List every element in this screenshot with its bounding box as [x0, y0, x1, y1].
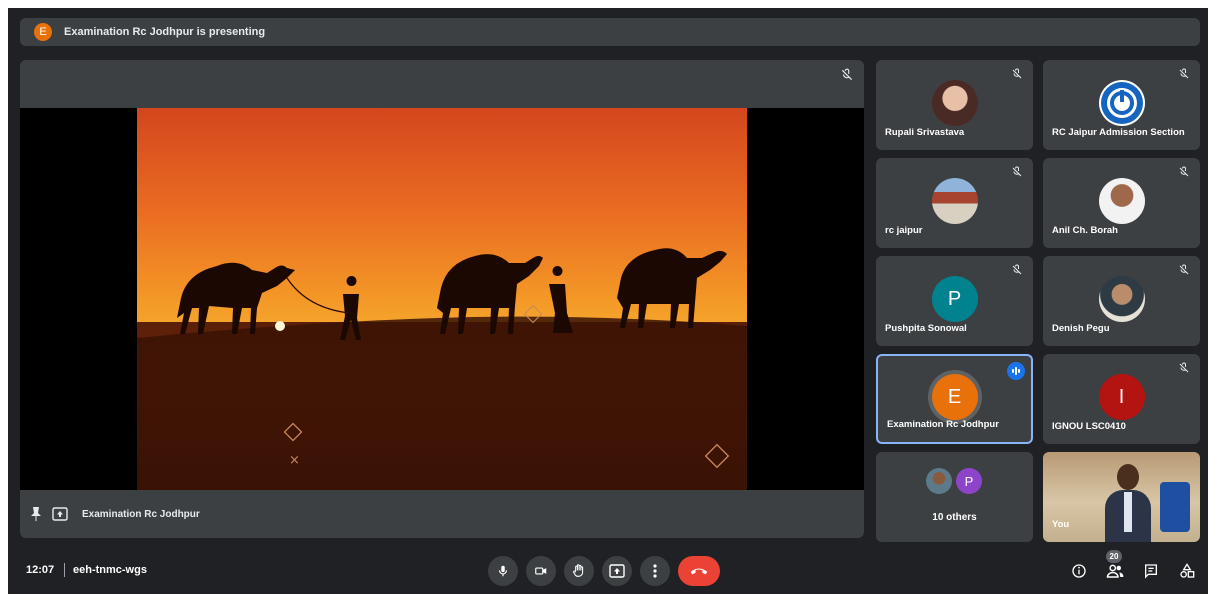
people-count-badge: 20	[1106, 550, 1122, 563]
self-video-tile[interactable]: You	[1043, 452, 1200, 542]
participant-name: Rupali Srivastava	[885, 127, 965, 138]
camera-button[interactable]	[526, 556, 556, 586]
mic-off-icon	[1012, 68, 1022, 79]
participant-tile[interactable]: P Pushpita Sonowal	[876, 256, 1033, 346]
present-icon	[609, 564, 625, 578]
pin-icon[interactable]	[30, 507, 42, 521]
participant-tile[interactable]: RC Jaipur Admission Section	[1043, 60, 1200, 150]
presenter-name: Examination Rc Jodhpur	[82, 508, 200, 520]
hang-up-icon	[690, 568, 708, 575]
activities-icon	[1180, 563, 1195, 578]
participant-name: RC Jaipur Admission Section	[1052, 127, 1185, 138]
mic-off-icon	[841, 68, 853, 81]
meeting-details-button[interactable]	[1068, 560, 1090, 582]
participant-tile-active-speaker[interactable]: E Examination Rc Jodhpur	[876, 354, 1033, 444]
participant-name: Anil Ch. Borah	[1052, 225, 1118, 236]
mic-off-icon	[1012, 264, 1022, 275]
presenter-avatar: E	[34, 23, 52, 41]
avatar	[931, 80, 978, 126]
clock: 12:07	[26, 564, 55, 576]
leave-call-button[interactable]	[678, 556, 720, 586]
letter-avatar: E	[931, 374, 978, 420]
self-label: You	[1052, 519, 1070, 530]
others-avatar-photo	[926, 468, 952, 494]
present-now-button[interactable]	[602, 556, 632, 586]
presenting-text: Examination Rc Jodhpur is presenting	[64, 26, 266, 38]
logo-avatar	[1098, 80, 1145, 126]
camera-icon	[535, 567, 547, 575]
meeting-tools: 20	[1068, 550, 1198, 582]
activities-button[interactable]	[1176, 560, 1198, 582]
participant-tile[interactable]: rc jaipur	[876, 158, 1033, 248]
participant-tile[interactable]: Rupali Srivastava	[876, 60, 1033, 150]
mic-off-icon	[1179, 264, 1189, 275]
participant-name: Examination Rc Jodhpur	[887, 419, 999, 430]
participant-tile[interactable]: Anil Ch. Borah	[1043, 158, 1200, 248]
call-controls	[488, 556, 720, 586]
more-vert-icon	[653, 564, 657, 578]
present-screen-icon	[52, 507, 68, 521]
participant-tile[interactable]: Denish Pegu	[1043, 256, 1200, 346]
hand-icon	[573, 564, 584, 577]
mic-off-icon	[1179, 68, 1189, 79]
raise-hand-button[interactable]	[564, 556, 594, 586]
mic-icon	[498, 565, 508, 577]
meeting-code: eeh-tnmc-wgs	[73, 564, 147, 576]
participant-name: Pushpita Sonowal	[885, 323, 967, 334]
participant-name: Denish Pegu	[1052, 323, 1110, 334]
others-count: 10 others	[932, 512, 977, 523]
control-bar: 12:07 eeh-tnmc-wgs 20	[8, 550, 1208, 594]
divider	[64, 563, 65, 577]
avatar	[931, 178, 978, 224]
presenting-banner: E Examination Rc Jodhpur is presenting	[20, 18, 1200, 46]
mic-off-icon	[1179, 362, 1189, 373]
info-icon	[1072, 564, 1086, 578]
presentation-tile[interactable]: × Examination Rc Jodhpur	[20, 60, 864, 538]
self-video-person	[1105, 464, 1151, 542]
people-button[interactable]: 20	[1104, 550, 1126, 582]
meet-window: E Examination Rc Jodhpur is presenting ×…	[8, 8, 1208, 594]
mic-off-icon	[1012, 166, 1022, 177]
participant-name: IGNOU LSC0410	[1052, 421, 1126, 432]
participant-name: rc jaipur	[885, 225, 923, 236]
others-avatar-letter: P	[956, 468, 982, 494]
letter-avatar: I	[1098, 374, 1145, 420]
shared-screen: ×	[20, 108, 864, 490]
speaking-indicator-icon	[1007, 362, 1025, 380]
more-options-button[interactable]	[640, 556, 670, 586]
camel-silhouette-image: ×	[137, 108, 747, 490]
people-icon	[1106, 564, 1124, 578]
letter-avatar: P	[931, 276, 978, 322]
svg-text:×: ×	[289, 453, 300, 468]
mic-off-icon	[1179, 166, 1189, 177]
chat-icon	[1145, 564, 1157, 579]
microphone-button[interactable]	[488, 556, 518, 586]
avatar	[1098, 178, 1145, 224]
presentation-footer: Examination Rc Jodhpur	[20, 490, 864, 538]
avatar	[1098, 276, 1145, 322]
participant-tile[interactable]: I IGNOU LSC0410	[1043, 354, 1200, 444]
others-tile[interactable]: P 10 others	[876, 452, 1033, 542]
chat-button[interactable]	[1140, 560, 1162, 582]
